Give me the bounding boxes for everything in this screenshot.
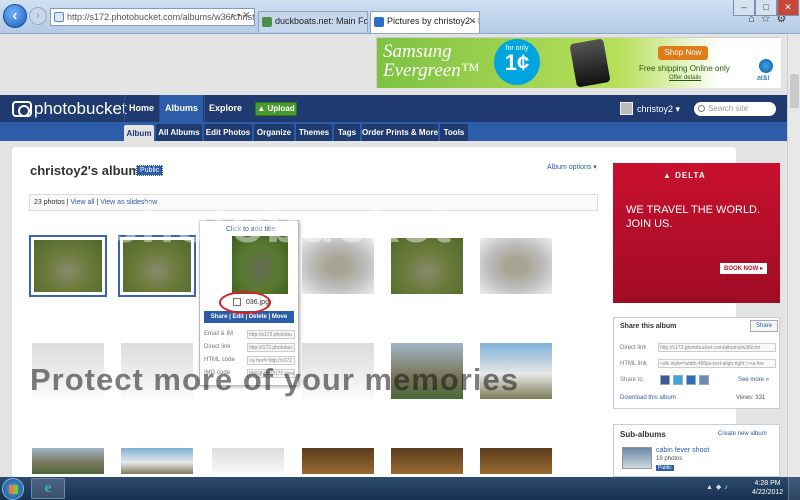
photobucket-watermark: photobucket	[105, 191, 452, 254]
nav-home[interactable]: Home	[124, 95, 158, 122]
album-title: christoy2's album	[30, 163, 141, 178]
photo-thumbnail[interactable]	[477, 445, 555, 477]
email-im-field[interactable]: http://s172.photobu	[247, 330, 295, 339]
back-arrow-icon[interactable]: ‹	[3, 4, 27, 28]
twitter-icon[interactable]	[673, 375, 683, 385]
photobucket-logo[interactable]: photobucket	[12, 100, 127, 117]
tab-tags[interactable]: Tags	[334, 124, 360, 141]
email-im-label: Email & IM	[204, 331, 234, 337]
delta-headline: WE TRAVEL THE WORLD. JOIN US.	[626, 204, 761, 230]
internet-explorer-icon[interactable]: e	[31, 478, 65, 499]
album-html-link-field[interactable]: <div style='width:480px;text-align:right…	[658, 359, 776, 368]
tab-photobucket[interactable]: Pictures by christoy2 - Phot... ✕	[370, 11, 480, 33]
photo-thumbnail[interactable]	[29, 235, 107, 297]
tab-tools[interactable]: Tools	[440, 124, 468, 141]
photo-thumbnail[interactable]	[299, 445, 377, 477]
ad-free-shipping: Free shipping Online only	[639, 64, 730, 73]
avatar	[620, 102, 633, 115]
tab-organize[interactable]: Organize	[254, 124, 294, 141]
share-album-panel: Share this album Share Direct link http:…	[613, 317, 780, 409]
att-logo-text: at&t	[757, 75, 770, 82]
search-icon	[698, 105, 705, 112]
close-tab-icon[interactable]: ✕	[468, 12, 476, 31]
att-globe-icon	[759, 59, 773, 73]
system-clock[interactable]: 4:28 PM 4/22/2012	[752, 479, 783, 497]
sub-albums-title: Sub-albums	[620, 430, 666, 439]
photo-thumbnail[interactable]	[388, 445, 466, 477]
sub-albums-panel: Sub-albums Create new album cabin fever …	[613, 424, 780, 477]
photobucket-favicon-icon	[374, 17, 384, 27]
user-menu[interactable]: christoy2 ▾	[620, 102, 680, 115]
system-tray-icons[interactable]: ▲◆♪	[706, 483, 750, 495]
camera-logo-icon	[12, 101, 32, 117]
tab-label: duckboats.net: Main Forums ...	[275, 16, 367, 26]
phone-image	[569, 38, 611, 88]
shop-now-button[interactable]: Shop Now	[658, 46, 708, 60]
nav-albums[interactable]: Albums	[159, 95, 203, 122]
book-now-button[interactable]: BOOK NOW ▸	[720, 263, 768, 274]
close-window-button[interactable]: ✕	[777, 0, 799, 16]
sub-album-count: 19 photos	[656, 456, 683, 462]
offer-details-link[interactable]: Offer details	[669, 75, 701, 81]
browser-chrome: ‹ › http://s172.photobucket.com/albums/w…	[0, 0, 800, 34]
download-album-link[interactable]: Download this album	[620, 395, 676, 401]
myspace-icon[interactable]	[686, 375, 696, 385]
facebook-icon[interactable]	[660, 375, 670, 385]
scroll-thumb[interactable]	[790, 74, 799, 108]
direct-link-field[interactable]: http://i172.photobuc	[247, 343, 295, 352]
tab-order-prints[interactable]: Order Prints & More	[362, 124, 438, 141]
photobucket-header: photobucket Home Albums Explore ▲ Upload…	[0, 95, 800, 122]
ad-headline: Samsung Evergreen™	[383, 41, 480, 81]
address-controls[interactable]: ⌕▾✕	[230, 10, 252, 21]
direct-link-label: Direct link	[204, 344, 231, 350]
social-share-icon[interactable]	[699, 375, 709, 385]
album-direct-link-field[interactable]: http://s172.photobucket.com/albums/w36/c…	[658, 343, 776, 352]
show-desktop-button[interactable]	[788, 477, 800, 500]
search-input[interactable]: Search site	[694, 102, 776, 116]
url-text: http://s172.photobucket.com/albums/w36/c…	[67, 12, 255, 22]
tab-album[interactable]: Album	[124, 125, 154, 142]
samsung-banner-ad[interactable]: Samsung Evergreen™ for only 1¢ Shop Now Fr…	[376, 37, 781, 88]
tab-themes[interactable]: Themes	[296, 124, 332, 141]
direct-link-label: Direct link	[620, 345, 647, 351]
minimize-button[interactable]: –	[733, 0, 755, 16]
tab-all-albums[interactable]: All Albums	[156, 124, 202, 141]
html-link-label: HTML link	[620, 361, 647, 367]
tab-duckboats[interactable]: duckboats.net: Main Forums ...	[258, 11, 368, 32]
delta-ad[interactable]: ▲ DELTA WE TRAVEL THE WORLD. JOIN US. BOO…	[613, 163, 780, 303]
windows-start-button[interactable]	[2, 478, 24, 500]
privacy-badge[interactable]: Public	[136, 165, 164, 176]
maximize-button[interactable]: □	[755, 0, 777, 16]
photo-count: 23 photos	[34, 199, 65, 206]
share-to-label: Share to	[620, 377, 643, 383]
forward-arrow-icon[interactable]: ›	[29, 7, 47, 25]
upload-button[interactable]: ▲ Upload	[255, 102, 297, 116]
album-subnav: Album All Albums Edit Photos Organize Th…	[0, 122, 800, 142]
delta-logo: ▲ DELTA	[663, 171, 706, 180]
tab-edit-photos[interactable]: Edit Photos	[204, 124, 252, 141]
share-button[interactable]: Share	[750, 320, 778, 332]
photo-thumbnail[interactable]	[118, 445, 196, 477]
page-icon	[54, 12, 64, 22]
red-highlight-circle	[219, 291, 271, 314]
ad-price-badge: for only 1¢	[494, 39, 540, 85]
photo-thumbnail[interactable]	[29, 445, 107, 477]
sub-album-name[interactable]: cabin fever shoot	[656, 447, 709, 454]
tab-label: Pictures by christoy2 - Phot...	[387, 16, 479, 26]
album-options-link[interactable]: Album options ▾	[547, 163, 597, 171]
address-bar[interactable]: http://s172.photobucket.com/albums/w36/c…	[50, 8, 255, 26]
create-album-link[interactable]: Create new album	[718, 431, 767, 437]
view-count: Views: 331	[736, 395, 766, 401]
share-title: Share this album	[620, 323, 677, 330]
view-all-link[interactable]: View all	[70, 199, 94, 206]
windows-taskbar: e ▲◆♪ 4:28 PM 4/22/2012	[0, 477, 800, 500]
duckboats-favicon-icon	[262, 17, 272, 27]
see-more-link[interactable]: See more »	[738, 377, 769, 383]
nav-explore[interactable]: Explore	[204, 95, 246, 122]
vertical-scrollbar[interactable]	[787, 34, 800, 477]
sub-album-privacy-badge: Public	[656, 465, 674, 471]
watermark-slogan: Protect more of your memories	[30, 362, 519, 397]
sub-album-thumbnail[interactable]	[622, 447, 652, 469]
photo-thumbnail[interactable]	[209, 445, 287, 477]
